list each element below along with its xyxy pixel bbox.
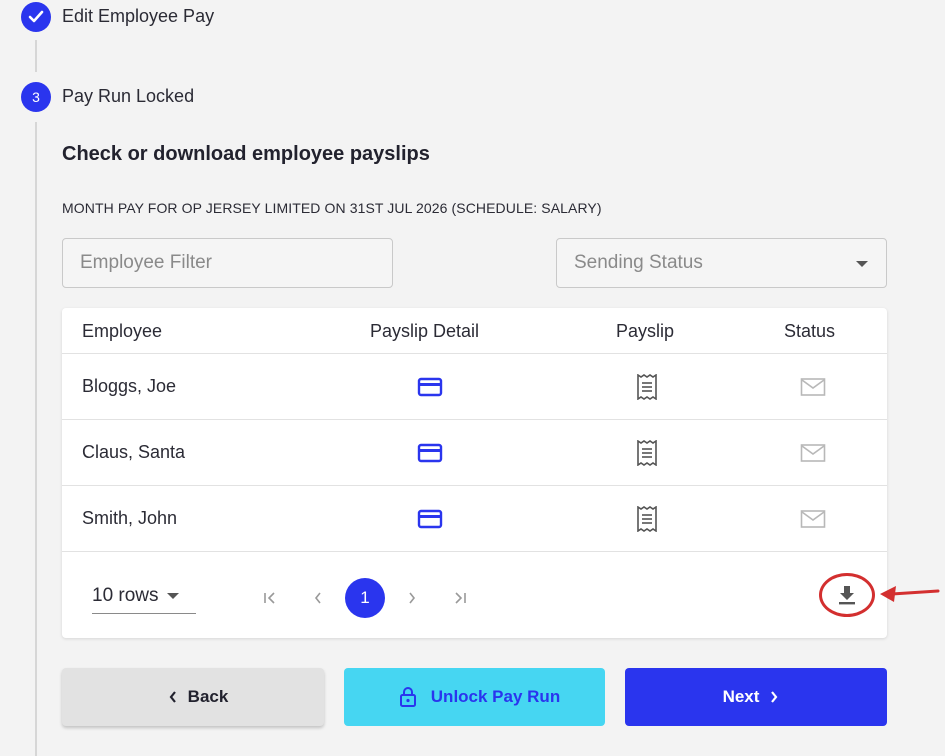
rows-per-page-label: 10 rows xyxy=(92,584,159,606)
back-button[interactable]: Back xyxy=(62,668,324,726)
payslip-receipt-icon[interactable] xyxy=(633,440,661,466)
employee-name: Claus, Santa xyxy=(82,442,186,462)
unlock-button-label: Unlock Pay Run xyxy=(430,687,561,706)
rows-per-page-select[interactable]: 10 rows xyxy=(92,578,196,614)
employee-filter-field[interactable] xyxy=(62,238,393,288)
page-button-current[interactable]: 1 xyxy=(345,578,385,618)
payslip-detail-card-icon[interactable] xyxy=(416,374,444,400)
chevron-left-icon xyxy=(314,592,321,604)
section-title: Check or download employee payslips xyxy=(62,143,430,165)
chevron-right-icon xyxy=(409,592,416,604)
annotation-arrow-icon xyxy=(880,586,940,602)
header-payslip: Payslip xyxy=(616,321,675,341)
header-payslip-detail: Payslip Detail xyxy=(370,321,480,341)
step-label-edit-employee-pay[interactable]: Edit Employee Pay xyxy=(62,6,214,27)
table-row: Claus, Santa xyxy=(62,420,887,486)
download-icon xyxy=(839,586,855,605)
step-label-pay-run-locked: Pay Run Locked xyxy=(62,86,195,106)
status-mail-icon xyxy=(799,440,827,466)
employee-name: Smith, John xyxy=(82,508,178,528)
table-row: Smith, John xyxy=(62,486,887,552)
payslip-receipt-icon[interactable] xyxy=(633,374,661,400)
sending-status-placeholder: Sending Status xyxy=(574,252,703,273)
table-header: Employee Payslip Detail Payslip Status xyxy=(62,308,887,354)
employee-filter-input[interactable] xyxy=(80,252,392,274)
status-mail-icon xyxy=(799,506,827,532)
next-button[interactable]: Next xyxy=(625,668,887,726)
first-page-button[interactable] xyxy=(250,578,290,618)
next-page-button[interactable] xyxy=(392,578,432,618)
lock-icon xyxy=(399,686,417,708)
stepper-connector xyxy=(35,40,37,72)
payslip-table: Employee Payslip Detail Payslip Status B… xyxy=(62,308,887,638)
pay-run-subtitle: MONTH PAY FOR OP JERSEY LIMITED ON 31ST … xyxy=(62,200,602,216)
dropdown-caret-icon xyxy=(856,261,868,267)
header-employee: Employee xyxy=(82,321,163,341)
previous-page-button[interactable] xyxy=(298,578,338,618)
employee-name: Bloggs, Joe xyxy=(82,376,177,396)
step-number-indicator: 3 xyxy=(21,82,51,112)
table-row: Bloggs, Joe xyxy=(62,354,887,420)
last-page-icon xyxy=(455,592,466,604)
first-page-icon xyxy=(264,592,275,604)
stepper-rail xyxy=(35,122,37,756)
payslip-detail-card-icon[interactable] xyxy=(416,440,444,466)
payslip-detail-card-icon[interactable] xyxy=(416,506,444,532)
unlock-pay-run-button[interactable]: Unlock Pay Run xyxy=(344,668,605,726)
check-icon xyxy=(28,10,44,23)
status-mail-icon xyxy=(799,374,827,400)
header-status: Status xyxy=(784,321,836,341)
chevron-down-icon xyxy=(166,592,179,599)
step-done-indicator xyxy=(21,2,51,32)
back-button-label: Back xyxy=(187,687,229,706)
download-button[interactable] xyxy=(832,580,862,610)
sending-status-select[interactable]: Sending Status xyxy=(556,238,887,288)
last-page-button[interactable] xyxy=(440,578,480,618)
chevron-right-icon xyxy=(769,690,779,704)
payslip-receipt-icon[interactable] xyxy=(633,506,661,532)
next-button-label: Next xyxy=(722,687,760,706)
chevron-left-icon xyxy=(168,690,178,704)
